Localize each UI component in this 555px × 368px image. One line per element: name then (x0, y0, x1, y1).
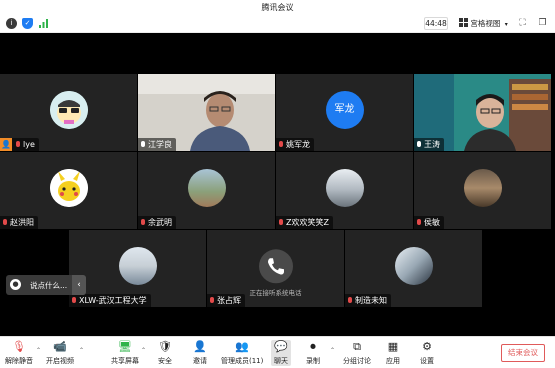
chat-icon: 💬 (274, 340, 288, 353)
participant-tile[interactable]: 正在接听系统电话 张占辉 (207, 230, 344, 307)
participant-tile[interactable]: 江学良 (138, 74, 275, 151)
chevron-up-icon[interactable]: ⌃ (141, 347, 146, 354)
avatar (49, 168, 88, 207)
mic-muted-icon (2, 219, 8, 226)
mic-muted-icon (140, 219, 146, 226)
collapse-chat-button[interactable]: ‹ (72, 275, 86, 295)
participant-name-label: XLW-武汉工程大学 (69, 294, 151, 307)
chat-bubble-icon: ● (10, 279, 21, 290)
meeting-toolbar: 🎙 解除静音 ⌃ 📹 开启视频 ⌃ 🖥 共享屏幕 ⌃ 🛡 安全 👤 邀请 👥 管… (0, 336, 555, 368)
add-user-icon: 👤 (193, 340, 207, 353)
participant-name-label: 赵洪阳 (0, 216, 38, 229)
end-meeting-button[interactable]: 结束会议 (501, 344, 545, 362)
participant-name-label: 制造未知 (345, 294, 391, 307)
video-gallery: 👤 lye 江学良 军龙 姚军龙 王涛 赵洪阳 余武明 Z欢欢笑笑Z 侯敏 XL… (0, 33, 555, 336)
participant-name-label: 张占辉 (207, 294, 245, 307)
record-icon: ⏺ (310, 340, 316, 353)
participant-tile[interactable]: XLW-武汉工程大学 (69, 230, 206, 307)
gallery-view-button[interactable]: 宫格视图 ▾ (459, 17, 508, 30)
participant-tile[interactable]: 👤 lye (0, 74, 137, 151)
chevron-up-icon[interactable]: ⌃ (330, 347, 335, 354)
grid-icon (459, 18, 470, 28)
gear-icon: ⚙ (422, 340, 432, 353)
participant-tile[interactable]: 赵洪阳 (0, 152, 137, 229)
participant-name-label: 江学良 (138, 138, 176, 151)
chevron-up-icon[interactable]: ⌃ (36, 347, 41, 354)
breakout-icon: ⧉ (353, 340, 361, 353)
manage-members-button[interactable]: 👥 管理成员(11) (221, 340, 263, 366)
info-icon[interactable]: i (6, 18, 17, 29)
meeting-top-bar: i ✓ 44:48 宫格视图 ▾ ⛶ ❐ (0, 14, 555, 33)
chat-button[interactable]: 💬 聊天 (271, 340, 291, 366)
participant-tile[interactable]: 余武明 (138, 152, 275, 229)
chat-preview-text: 说点什么... (30, 281, 68, 290)
security-button[interactable]: 🛡 安全 (158, 340, 172, 366)
mic-icon (140, 141, 146, 148)
mic-muted-icon (278, 219, 284, 226)
avatar: 军龙 (325, 90, 364, 129)
apps-button[interactable]: ▦ 应用 (386, 340, 400, 366)
participant-tile[interactable]: Z欢欢笑笑Z (276, 152, 413, 229)
mic-muted-icon (416, 219, 422, 226)
fullscreen-icon[interactable]: ⛶ (517, 18, 528, 29)
shield-icon[interactable]: ✓ (22, 18, 33, 29)
participant-name-label: Z欢欢笑笑Z (276, 216, 333, 229)
invite-button[interactable]: 👤 邀请 (193, 340, 207, 366)
settings-button[interactable]: ⚙ 设置 (420, 340, 434, 366)
window-title-bar: 腾讯会议 (0, 0, 555, 14)
breakout-rooms-button[interactable]: ⧉ 分组讨论 (343, 340, 371, 366)
mic-muted-icon (71, 297, 77, 304)
participant-tile[interactable]: 侯敏 (414, 152, 551, 229)
mic-muted-icon (15, 141, 21, 148)
meeting-timer: 44:48 (424, 17, 448, 30)
avatar (187, 168, 226, 207)
phone-icon (267, 257, 284, 275)
share-screen-button[interactable]: 🖥 共享屏幕 (111, 340, 139, 366)
chevron-down-icon: ▾ (504, 21, 508, 28)
avatar (49, 90, 88, 129)
apps-icon: ▦ (387, 340, 399, 353)
signal-icon[interactable] (38, 18, 49, 29)
participant-tile-active-speaker[interactable]: 王涛 (414, 74, 551, 151)
host-icon: 👤 (0, 138, 12, 151)
window-title: 腾讯会议 (261, 3, 294, 12)
avatar (394, 246, 433, 285)
avatar (463, 168, 502, 207)
mic-muted-icon (278, 141, 284, 148)
participant-name-label: 姚军龙 (276, 138, 314, 151)
phone-avatar (258, 248, 293, 283)
avatar (118, 246, 157, 285)
participant-name-label: 王涛 (414, 138, 444, 151)
record-button[interactable]: ⏺ 录制 (306, 340, 320, 366)
mic-muted-icon (347, 297, 353, 304)
participant-tile[interactable]: 制造未知 (345, 230, 482, 307)
participant-name-label: 余武明 (138, 216, 176, 229)
shield-icon: 🛡 (158, 340, 172, 353)
video-off-icon: 📹 (53, 340, 67, 353)
chat-preview[interactable]: ● 说点什么... ‹ (6, 275, 86, 295)
layout-icon[interactable]: ❐ (537, 18, 548, 29)
mic-icon (416, 141, 422, 148)
avatar (325, 168, 364, 207)
share-screen-icon: 🖥 (118, 340, 132, 353)
start-video-button[interactable]: 📹 开启视频 (46, 340, 74, 366)
participant-tile[interactable]: 军龙 姚军龙 (276, 74, 413, 151)
participant-name-label: 侯敏 (414, 216, 444, 229)
mic-muted-icon (209, 297, 215, 304)
participant-name-label: 👤 lye (0, 138, 39, 151)
view-label: 宫格视图 (470, 19, 501, 28)
members-icon: 👥 (235, 340, 250, 353)
chevron-up-icon[interactable]: ⌃ (79, 347, 84, 354)
mic-muted-icon: 🎙 (12, 340, 26, 353)
unmute-button[interactable]: 🎙 解除静音 (5, 340, 33, 366)
